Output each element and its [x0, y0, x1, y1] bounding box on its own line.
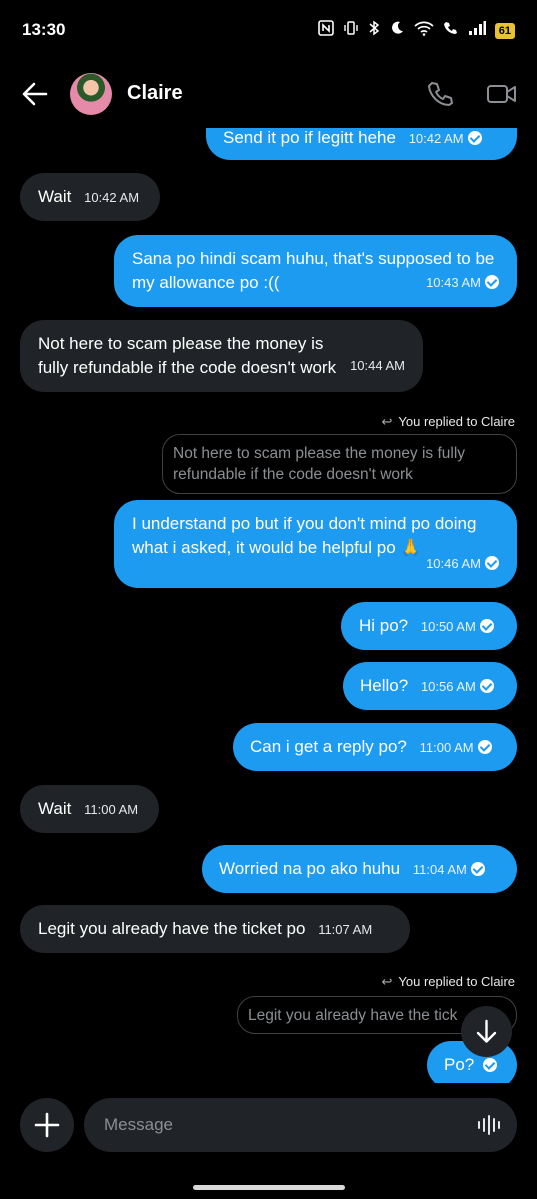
message-bubble-outgoing[interactable]: Worried na po ako huhu 11:04 AM — [202, 845, 517, 893]
delivered-check-icon — [482, 1058, 497, 1072]
delivered-check-icon — [485, 556, 499, 570]
reply-label: ↩ You replied to Claire — [381, 974, 516, 989]
delivered-check-icon — [479, 619, 494, 633]
voice-wave-icon[interactable] — [476, 1114, 502, 1136]
signal-icon — [468, 20, 486, 41]
message-bubble-outgoing[interactable]: I understand po but if you don't mind po… — [114, 500, 517, 588]
arrow-down-icon — [476, 1019, 497, 1043]
message-bubble-incoming[interactable]: Wait 10:42 AM — [20, 173, 160, 221]
bluetooth-icon — [368, 20, 380, 41]
phone-icon[interactable] — [426, 80, 456, 108]
reply-arrow-icon: ↩ — [381, 414, 393, 429]
message-bubble-outgoing[interactable]: Hello? 10:56 AM — [343, 662, 517, 710]
wifi-icon — [414, 20, 434, 41]
home-indicator[interactable] — [193, 1185, 345, 1190]
battery-icon: 61 — [494, 22, 515, 39]
status-bar: 13:30 61 — [0, 0, 537, 60]
vibrate-icon — [343, 20, 359, 41]
message-bubble-outgoing[interactable]: Send it po if legitt hehe 10:42 AM — [206, 128, 517, 160]
reply-label: ↩ You replied to Claire — [381, 414, 516, 429]
video-icon[interactable] — [486, 80, 518, 108]
composer — [0, 1083, 537, 1199]
avatar[interactable] — [70, 73, 112, 115]
back-arrow-icon[interactable] — [20, 80, 50, 108]
message-bubble-outgoing[interactable]: Can i get a reply po? 11:00 AM — [233, 723, 517, 771]
plus-icon — [34, 1112, 60, 1138]
message-bubble-incoming[interactable]: Legit you already have the ticket po 11:… — [20, 905, 410, 953]
status-time: 13:30 — [22, 20, 66, 39]
delivered-check-icon — [467, 131, 482, 145]
scroll-to-bottom-button[interactable] — [461, 1006, 512, 1057]
contact-name[interactable]: Claire — [127, 82, 183, 105]
delivered-check-icon — [470, 862, 485, 876]
delivered-check-icon — [479, 679, 494, 693]
delivered-check-icon — [485, 275, 499, 289]
chat-header: Claire — [0, 60, 537, 128]
message-bubble-outgoing[interactable]: Hi po? 10:50 AM — [341, 602, 517, 650]
quoted-message[interactable]: Not here to scam please the money is ful… — [162, 434, 517, 494]
wifi-call-icon — [443, 20, 459, 41]
reply-arrow-icon: ↩ — [381, 974, 393, 989]
message-input[interactable] — [84, 1098, 517, 1152]
message-bubble-incoming[interactable]: Wait 11:00 AM — [20, 785, 159, 833]
moon-icon — [389, 20, 405, 41]
add-attachment-button[interactable] — [20, 1098, 74, 1152]
message-bubble-outgoing[interactable]: Sana po hindi scam huhu, that's supposed… — [114, 235, 517, 307]
message-bubble-incoming[interactable]: Not here to scam please the money is ful… — [20, 320, 423, 392]
status-icons: 61 — [317, 20, 515, 41]
delivered-check-icon — [477, 740, 492, 754]
nfc-icon — [317, 20, 334, 41]
message-thread[interactable]: Send it po if legitt hehe 10:42 AM Wait … — [0, 128, 537, 1083]
